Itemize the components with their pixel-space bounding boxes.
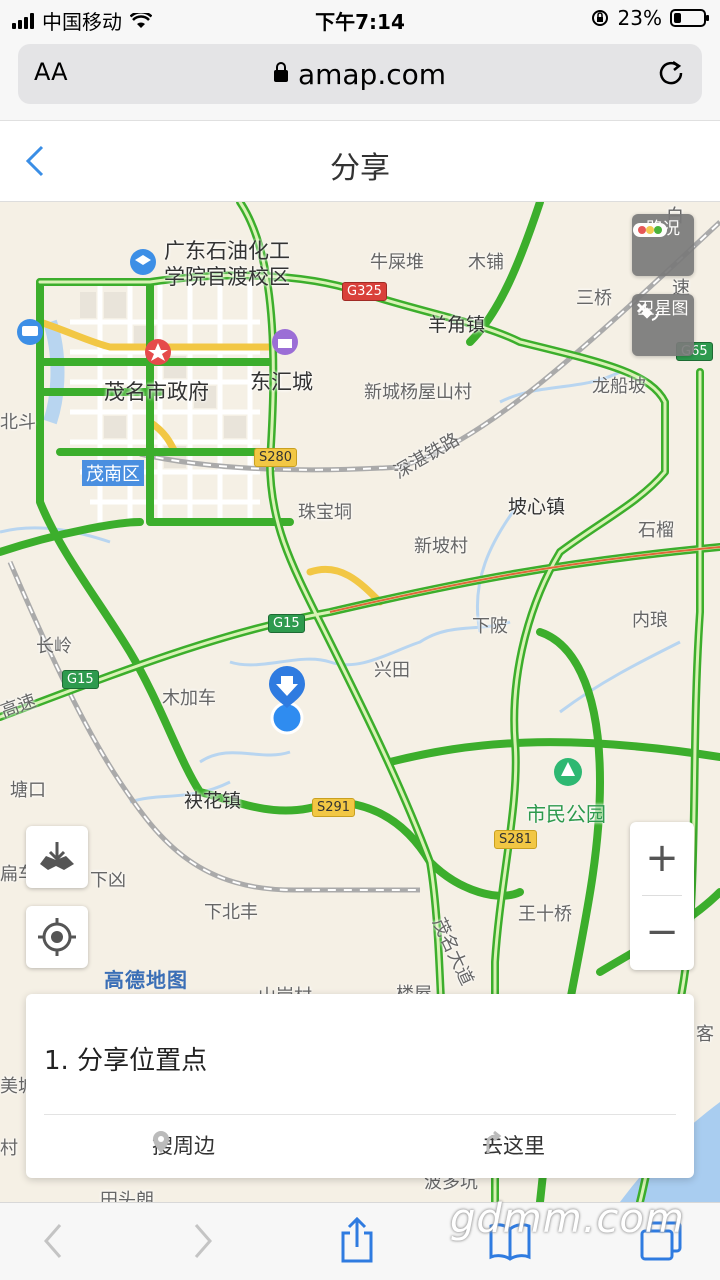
map-label-town: 羊角镇	[428, 314, 486, 336]
zoom-in-button[interactable]: +	[630, 828, 694, 888]
page-header: 分享	[0, 120, 720, 202]
crosshair-icon	[38, 918, 76, 956]
map-label-campus: 广东石油化工 学院官渡校区	[164, 239, 290, 289]
forward-icon[interactable]	[190, 1221, 216, 1261]
map-label-village: 下凶	[90, 870, 126, 891]
satellite-toggle-button[interactable]: 卫星图	[632, 294, 694, 356]
map-label-village: 田头朗	[100, 1190, 154, 1202]
location-name: 1. 分享位置点	[44, 1046, 208, 1076]
map-label-village: 龙船坡	[592, 376, 646, 397]
location-marker[interactable]	[269, 666, 305, 735]
map-label-donghui: 东汇城	[250, 370, 313, 394]
navigate-here-button[interactable]: 去这里	[482, 1130, 545, 1160]
amap-logo: 高德地图	[104, 968, 188, 992]
map-label-village: 客	[696, 1024, 714, 1045]
page-title: 分享	[330, 151, 390, 186]
road-shield: S280	[254, 448, 298, 467]
location-card: 1. 分享位置点 搜周边 去这里	[26, 994, 694, 1178]
lock-icon	[273, 62, 288, 82]
map-label-park: 市民公园	[526, 802, 606, 826]
map-view[interactable]: 广东石油化工 学院官渡校区 茂名市政府 东汇城 茂南区 牛屎堆 木铺 三桥 羊角…	[0, 202, 720, 1202]
map-label-village: 内琅	[632, 610, 668, 631]
map-label-town: 袂花镇	[184, 790, 242, 812]
map-label-village: 三桥	[576, 288, 612, 309]
map-label-village: 木铺	[468, 252, 504, 273]
map-label-village: 长岭	[36, 636, 72, 657]
map-label-village: 下北丰	[204, 902, 258, 923]
search-nearby-button[interactable]: 搜周边	[152, 1130, 215, 1160]
map-label-gov: 茂名市政府	[104, 380, 209, 404]
status-bar: 中国移动 下午7:14 23%	[0, 0, 720, 36]
offline-map-button[interactable]	[26, 826, 88, 888]
location-pin-icon	[153, 1131, 169, 1153]
satellite-icon	[636, 302, 659, 321]
map-label-village: 王十桥	[518, 904, 572, 925]
map-label-district: 茂南区	[82, 460, 144, 486]
map-label-village: 北斗	[0, 412, 36, 433]
reload-icon[interactable]	[656, 58, 686, 88]
zoom-control: + −	[630, 822, 694, 970]
road-shield: G15	[268, 614, 305, 633]
address-bar[interactable]: AA amap.com	[18, 44, 702, 104]
map-label-village: 下陂	[472, 616, 508, 637]
map-label-village: 新城杨屋山村	[364, 382, 472, 403]
road-shield: G325	[342, 282, 387, 301]
road-shield: S281	[494, 830, 538, 849]
back-icon[interactable]	[40, 1221, 66, 1261]
road-shield: S291	[312, 798, 356, 817]
map-label-village: 新坡村	[414, 536, 468, 557]
rotation-lock-icon	[591, 10, 608, 26]
zoom-out-button[interactable]: −	[630, 902, 694, 962]
watermark: gdmm.com	[450, 1196, 685, 1242]
map-label-village: 珠宝垌	[298, 502, 352, 523]
map-label-village: 兴田	[374, 660, 410, 681]
url-domain: amap.com	[297, 58, 447, 91]
map-label-town: 坡心镇	[508, 496, 566, 518]
map-label-village: 木加车	[162, 688, 216, 709]
url-display[interactable]: amap.com	[18, 58, 702, 91]
zoom-divider	[642, 895, 682, 896]
traffic-toggle-button[interactable]: 路况	[632, 214, 694, 276]
locate-me-button[interactable]	[26, 906, 88, 968]
road-shield: G15	[62, 670, 99, 689]
card-divider	[44, 1114, 676, 1115]
battery-percent: 23%	[617, 6, 662, 30]
download-map-icon	[40, 842, 74, 870]
map-label-village: 塘口	[10, 780, 46, 801]
map-label-village: 牛屎堆	[370, 252, 424, 273]
share-icon[interactable]	[338, 1217, 376, 1263]
battery-icon	[670, 9, 709, 27]
route-arrow-icon	[486, 1130, 502, 1153]
map-label-village: 村	[0, 1138, 18, 1159]
map-label-village: 石榴	[638, 520, 674, 541]
traffic-light-icon	[633, 223, 667, 237]
